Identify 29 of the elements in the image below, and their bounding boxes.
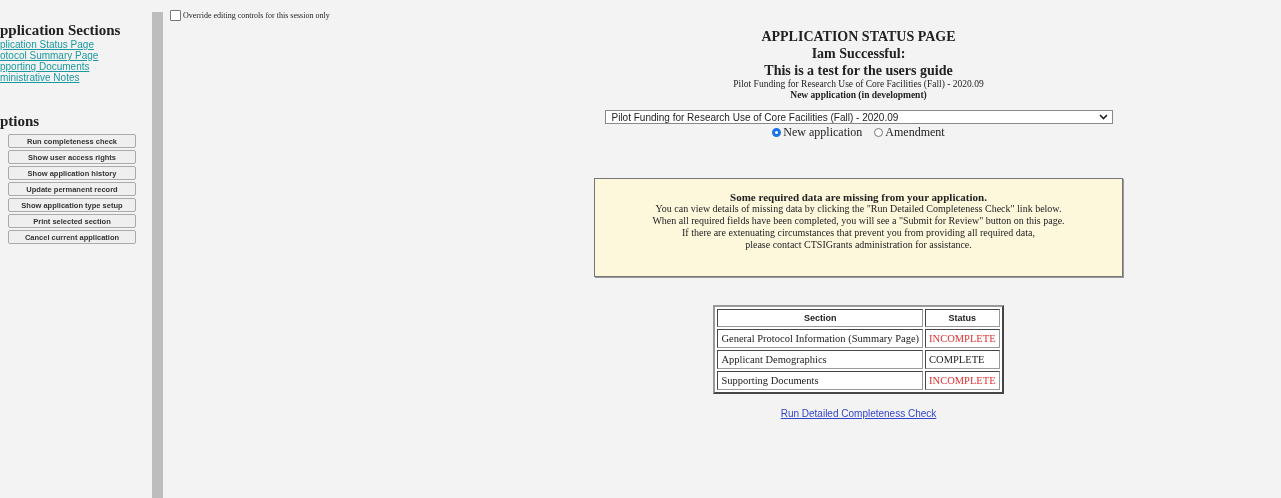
application-state: New application (in development): [790, 90, 927, 101]
completeness-link[interactable]: Run Detailed Completeness Check: [780, 408, 937, 419]
notice-text: You can view details of missing data by clicking the "Run Detailed Completeness Check" link below.: [654, 203, 1063, 215]
radio-button[interactable]: [874, 128, 884, 137]
sidebar-heading: pplication Sections: [0, 22, 122, 39]
table-cell: Applicant Demographics: [717, 350, 924, 369]
status-cell: COMPLETE: [925, 350, 1000, 369]
column-header: Section: [717, 309, 924, 327]
radio-button[interactable]: [772, 128, 782, 137]
program-select[interactable]: Pilot Funding for Research Use of Core Facilities (Fall) - 2020.09: [604, 110, 1113, 124]
program-name: Pilot Funding for Research Use of Core Facilities (Fall) - 2020.09: [733, 79, 984, 90]
notice-text: If there are extenuating circumstances that prevent you from providing all required data,: [681, 227, 1036, 239]
column-header: Status: [925, 309, 1000, 327]
override-checkbox[interactable]: [170, 10, 181, 21]
notice-text: please contact CTSIGrants administration for assistance.: [744, 239, 973, 251]
table-cell: General Protocol Information (Summary Page): [717, 329, 924, 348]
applicant-name: Iam Successful:: [811, 45, 906, 62]
override-label: Override editing controls for this session only: [183, 11, 330, 20]
chevron-down-icon: [1098, 114, 1108, 120]
sidebar-heading: ptions: [0, 113, 41, 130]
radio-label: New application: [783, 125, 863, 140]
table-cell: Supporting Documents: [717, 371, 924, 390]
status-cell: INCOMPLETE: [925, 329, 1000, 348]
status-cell: INCOMPLETE: [925, 371, 1000, 390]
application-title: This is a test for the users guide: [764, 62, 953, 79]
page-title: APPLICATION STATUS PAGE: [761, 29, 956, 45]
radio-label: Amendment: [885, 125, 945, 140]
notice-heading: Some required data are missing from your application.: [729, 191, 988, 203]
notice-text: When all required fields have been completed, you will see a "Submit for Review" button on this page.: [651, 215, 1066, 227]
